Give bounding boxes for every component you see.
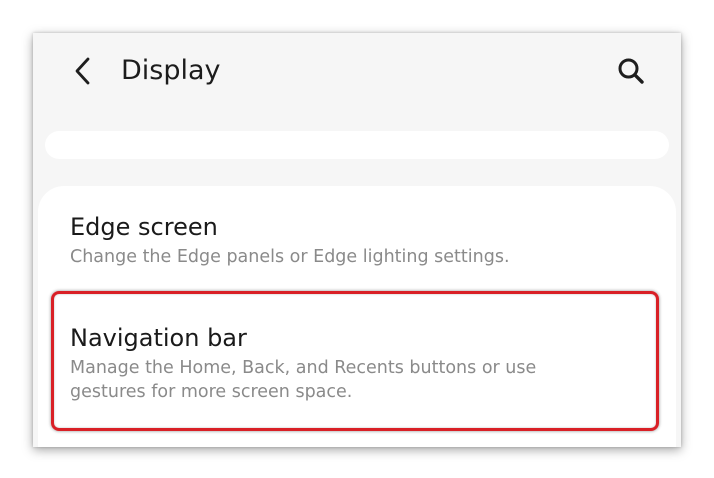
navigation-bar-item[interactable]: Navigation bar Manage the Home, Back, an… <box>70 323 590 404</box>
search-button[interactable] <box>611 51 651 91</box>
search-icon <box>618 58 644 84</box>
edge-screen-item[interactable]: Edge screen Change the Edge panels or Ed… <box>70 212 590 269</box>
page-title: Display <box>121 55 221 86</box>
navigation-bar-title: Navigation bar <box>70 324 247 352</box>
back-button[interactable] <box>66 51 100 91</box>
app-header: Display <box>33 33 681 113</box>
navigation-bar-subtitle: Manage the Home, Back, and Recents butto… <box>70 358 537 402</box>
chevron-left-icon <box>75 57 90 85</box>
edge-screen-subtitle: Change the Edge panels or Edge lighting … <box>70 247 510 267</box>
previous-settings-card <box>45 131 669 159</box>
edge-screen-title: Edge screen <box>70 213 218 241</box>
phone-screen: Display Edge screen Change the Edge pane… <box>33 33 681 447</box>
